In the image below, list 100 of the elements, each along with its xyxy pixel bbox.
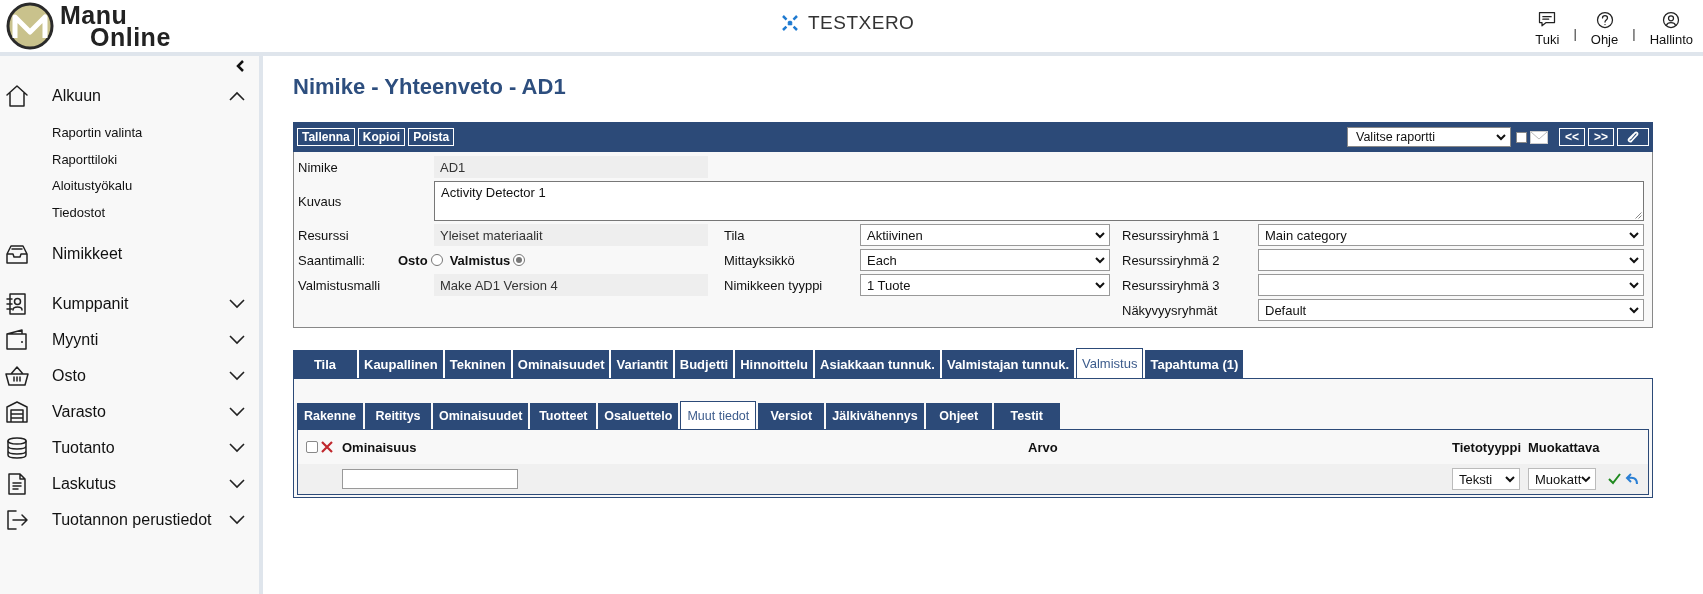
- exit-arrow-icon: [4, 507, 30, 533]
- data-type-select[interactable]: Teksti: [1452, 468, 1520, 490]
- readonly-field: Yleiset materiaalit: [434, 224, 708, 246]
- nav-button[interactable]: <<: [1559, 128, 1585, 146]
- field-label: Nimikkeen tyyppi: [724, 276, 823, 295]
- wallet-icon: [4, 327, 30, 353]
- subtab[interactable]: Testit: [993, 403, 1060, 429]
- select-field[interactable]: [1258, 249, 1644, 271]
- field-label: Valmistusmalli: [298, 276, 381, 295]
- caret-icon: [1095, 256, 1105, 264]
- delete-icon[interactable]: [321, 441, 333, 453]
- company-name: TESTXERO: [808, 12, 915, 34]
- description-field[interactable]: Activity Detector 1: [434, 181, 1644, 221]
- select-field[interactable]: Default: [1258, 299, 1644, 321]
- select-field[interactable]: [1258, 274, 1644, 296]
- column-header: Arvo: [1028, 439, 1059, 455]
- radio-label: Valmistus: [449, 252, 511, 268]
- caret-icon: [1629, 231, 1639, 239]
- field-label: Mittayksikkö: [724, 251, 795, 270]
- email-checkbox[interactable]: [1516, 131, 1527, 143]
- property-input[interactable]: [342, 469, 518, 489]
- collapse-icon[interactable]: [236, 60, 246, 72]
- sidebar-item[interactable]: Myynti: [0, 322, 259, 358]
- field-label: Resurssiryhmä 1: [1122, 226, 1220, 245]
- select-field[interactable]: Each: [860, 249, 1110, 271]
- field-label: Näkyvyysryhmät: [1122, 301, 1218, 320]
- field-label: Tila: [724, 226, 745, 245]
- tab[interactable]: Asiakkaan tunnuk.: [815, 350, 940, 378]
- sidebar-item[interactable]: Varasto: [0, 394, 259, 430]
- sidebar-item[interactable]: Tuotannon perustiedot: [0, 502, 259, 538]
- caret-icon: [1505, 475, 1515, 483]
- house-icon: [4, 83, 30, 109]
- radio-button[interactable]: [430, 254, 443, 266]
- caret-icon: [1095, 231, 1105, 239]
- caret-icon: [1629, 281, 1639, 289]
- tab[interactable]: Kaupallinen: [359, 350, 443, 378]
- readonly-field: AD1: [434, 156, 708, 178]
- subtab[interactable]: Muut tiedot: [680, 401, 757, 429]
- logo-icon: [6, 2, 54, 50]
- sidebar-item[interactable]: Tuotanto: [0, 430, 259, 466]
- page-title: Nimike - Yhteenveto - AD1: [293, 74, 567, 100]
- toolbar-button[interactable]: Poista: [408, 128, 455, 146]
- undo-icon[interactable]: [1625, 473, 1638, 485]
- subtab[interactable]: Jälkivähennys: [826, 403, 924, 429]
- tab[interactable]: Variantit: [611, 350, 673, 378]
- subtab[interactable]: Ohjeet: [925, 403, 992, 429]
- tab[interactable]: Hinnoittelu: [735, 350, 814, 378]
- sidebar-subitem[interactable]: Tiedostot: [52, 199, 259, 226]
- nav-button[interactable]: >>: [1588, 128, 1614, 146]
- toolbar-button[interactable]: Kopioi: [357, 128, 406, 146]
- sidebar-item[interactable]: Kumppanit: [0, 286, 259, 322]
- column-header: Tietotyyppi: [1452, 439, 1523, 455]
- caret-icon: [1629, 256, 1639, 264]
- header-link[interactable]: Ohje: [1590, 5, 1619, 47]
- sidebar-item[interactable]: Alkuun: [0, 78, 259, 114]
- report-select[interactable]: Valitse raportti: [1347, 127, 1511, 147]
- tab[interactable]: Tekninen: [444, 350, 511, 378]
- field-label: Kuvaus: [298, 193, 343, 209]
- select-field[interactable]: 1 Tuote: [860, 274, 1110, 296]
- field-label: Resurssiryhmä 3: [1122, 276, 1220, 295]
- envelope-icon: [1530, 130, 1548, 144]
- subtab[interactable]: Tuotteet: [530, 403, 597, 429]
- subtab[interactable]: Rakenne: [297, 403, 363, 429]
- sidebar-item[interactable]: Nimikkeet: [0, 236, 259, 272]
- subtab[interactable]: Osaluettelo: [598, 403, 679, 429]
- logo-text: Manu Online: [60, 4, 171, 48]
- select-field[interactable]: Aktiivinen: [860, 224, 1110, 246]
- tab[interactable]: Budjetti: [674, 350, 734, 378]
- field-label: Saantimalli:: [298, 251, 366, 270]
- radio-label: Osto: [398, 252, 428, 268]
- subtab[interactable]: Versiot: [758, 403, 825, 429]
- editable-select[interactable]: Muokatt: [1528, 468, 1596, 490]
- radio-button[interactable]: [513, 254, 526, 266]
- tab[interactable]: Valmistajan tunnuk.: [941, 350, 1075, 378]
- tab[interactable]: Ominaisuudet: [512, 350, 610, 378]
- tab[interactable]: Tapahtuma (1): [1145, 350, 1244, 378]
- caret-icon: [1581, 475, 1591, 483]
- sidebar-subitem[interactable]: Raporttiloki: [52, 146, 259, 173]
- sidebar-item[interactable]: Laskutus: [0, 466, 259, 502]
- sidebar-item[interactable]: Osto: [0, 358, 259, 394]
- subtab[interactable]: Ominaisuudet: [433, 403, 529, 429]
- attach-button[interactable]: [1617, 128, 1649, 146]
- user-icon: [1661, 9, 1682, 30]
- column-header: Ominaisuus: [342, 439, 418, 455]
- header-link[interactable]: Tuki: [1535, 5, 1560, 47]
- toolbar-button[interactable]: Tallenna: [297, 128, 355, 146]
- field-label: Resurssi: [298, 226, 349, 245]
- select-field[interactable]: Main category: [1258, 224, 1644, 246]
- paperclip-icon: [1626, 130, 1640, 144]
- sidebar-subitem[interactable]: Aloitustyökalu: [52, 173, 259, 200]
- checkmark-icon[interactable]: [1608, 473, 1621, 485]
- caret-icon: [1629, 306, 1639, 314]
- select-all-checkbox[interactable]: [306, 441, 318, 453]
- tab[interactable]: Valmistus: [1076, 348, 1144, 378]
- subtab[interactable]: Reititys: [365, 403, 431, 429]
- header-link[interactable]: Hallinto: [1649, 5, 1693, 47]
- column-header: Muokattava: [1528, 439, 1601, 455]
- sidebar-subitem[interactable]: Raportin valinta: [52, 120, 259, 147]
- tab[interactable]: Tila: [293, 350, 357, 378]
- caret-icon: [1496, 133, 1506, 141]
